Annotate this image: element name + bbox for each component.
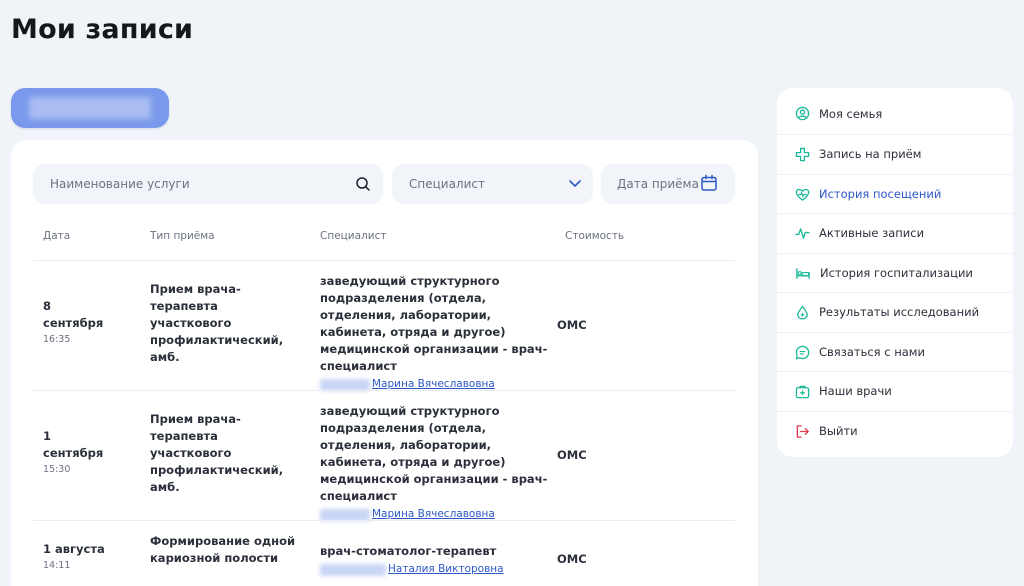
medkit-icon: [795, 385, 810, 398]
chat-icon: [795, 345, 810, 359]
blurred-doctor-surname: [320, 508, 370, 521]
menu-item-label: Выйти: [819, 424, 858, 438]
specialist-info: заведующий структурного подразделения (о…: [320, 403, 560, 523]
logout-icon: [796, 424, 809, 438]
menu-item-label: Связаться с нами: [819, 345, 925, 359]
menu-item-label: Активные записи: [819, 226, 925, 240]
date-day: 8: [43, 299, 52, 313]
appointment-type: Прием врача-терапевта участкового профил…: [150, 412, 284, 494]
doctor-line: Наталия Викторовна: [320, 561, 560, 578]
date-picker-placeholder: Дата приёма: [617, 177, 699, 191]
heart-pulse-icon: [795, 188, 810, 201]
table-row[interactable]: 1 сентября 15:30 Прием врача-терапевта у…: [33, 390, 735, 523]
appointment-time: 15:30: [43, 464, 71, 475]
date-month: сентября: [43, 316, 104, 330]
specialist-select[interactable]: Специалист: [392, 164, 593, 204]
user-circle-icon: [795, 106, 810, 121]
menu-item-label: История посещений: [819, 187, 942, 201]
appointment-cost: ОМС: [557, 448, 587, 462]
appointment-date: 8 сентября 16:35: [43, 298, 103, 347]
user-name-button[interactable]: [11, 88, 169, 128]
pulse-icon: [795, 227, 810, 239]
table-row[interactable]: 8 сентября 16:35 Прием врача-терапевта у…: [33, 260, 735, 393]
plus-icon: [795, 147, 810, 161]
date-day: 1 августа: [43, 542, 105, 556]
specialist-position: заведующий структурного подразделения (о…: [320, 274, 548, 373]
blurred-doctor-surname: [320, 563, 386, 576]
appointment-cost: ОМС: [557, 318, 587, 332]
column-header-specialist: Специалист: [320, 230, 387, 242]
menu-item-hospitalization-history[interactable]: История госпитализации: [777, 253, 1013, 292]
date-picker-input[interactable]: Дата приёма: [601, 164, 735, 204]
appointment-type: Формирование одной кариозной полости: [150, 534, 296, 565]
menu-item-visit-history[interactable]: История посещений: [777, 174, 1013, 213]
appointment-date: 1 сентября 15:30: [43, 428, 103, 477]
specialist-position: врач-стоматолог-терапевт: [320, 544, 497, 558]
date-day: 1: [43, 429, 52, 443]
specialist-info: заведующий структурного подразделения (о…: [320, 273, 560, 393]
menu-item-book-appointment[interactable]: Запись на приём: [777, 134, 1013, 173]
appointment-type: Прием врача-терапевта участкового профил…: [150, 282, 284, 364]
menu-item-active-appointments[interactable]: Активные записи: [777, 213, 1013, 252]
specialist-select-placeholder: Специалист: [409, 177, 485, 191]
appointment-time: 14:11: [43, 560, 71, 571]
appointment-cost: ОМС: [557, 552, 587, 566]
account-menu: Моя семья Запись на приём История посеще…: [777, 88, 1013, 457]
menu-item-logout[interactable]: Выйти: [777, 411, 1013, 450]
specialist-position: заведующий структурного подразделения (о…: [320, 404, 548, 503]
appointment-time: 16:35: [43, 334, 71, 345]
service-search-placeholder: Наименование услуги: [50, 177, 190, 191]
menu-item-contact-us[interactable]: Связаться с нами: [777, 332, 1013, 371]
chevron-down-icon: [569, 180, 581, 187]
menu-item-label: Результаты исследований: [819, 305, 980, 319]
column-header-date: Дата: [43, 230, 71, 242]
drop-icon: [797, 305, 808, 320]
blurred-doctor-surname: [320, 378, 370, 391]
specialist-info: врач-стоматолог-терапевт Наталия Викторо…: [320, 543, 560, 578]
doctor-link[interactable]: Наталия Викторовна: [388, 561, 504, 578]
appointment-date: 1 августа 14:11: [43, 541, 105, 573]
service-search-input[interactable]: Наименование услуги: [33, 164, 383, 204]
menu-item-label: Моя семья: [819, 106, 883, 121]
menu-item-label: Наши врачи: [819, 384, 892, 398]
bed-icon: [796, 267, 810, 279]
search-icon[interactable]: [355, 176, 371, 192]
menu-item-our-doctors[interactable]: Наши врачи: [777, 371, 1013, 410]
appointments-card: Наименование услуги Специалист Дата приё…: [11, 140, 758, 586]
table-row[interactable]: 1 августа 14:11 Формирование одной карио…: [33, 520, 735, 586]
menu-item-label: История госпитализации: [820, 266, 973, 280]
menu-item-research-results[interactable]: Результаты исследований: [777, 292, 1013, 331]
page-title: Мои записи: [11, 14, 194, 45]
menu-item-label: Запись на приём: [819, 147, 922, 161]
calendar-icon[interactable]: [700, 174, 718, 192]
date-month: сентября: [43, 446, 104, 460]
menu-item-family[interactable]: Моя семья: [777, 94, 1013, 133]
blurred-user-name: [29, 97, 151, 119]
column-header-cost: Стоимость: [565, 230, 625, 242]
column-header-type: Тип приёма: [150, 230, 215, 242]
